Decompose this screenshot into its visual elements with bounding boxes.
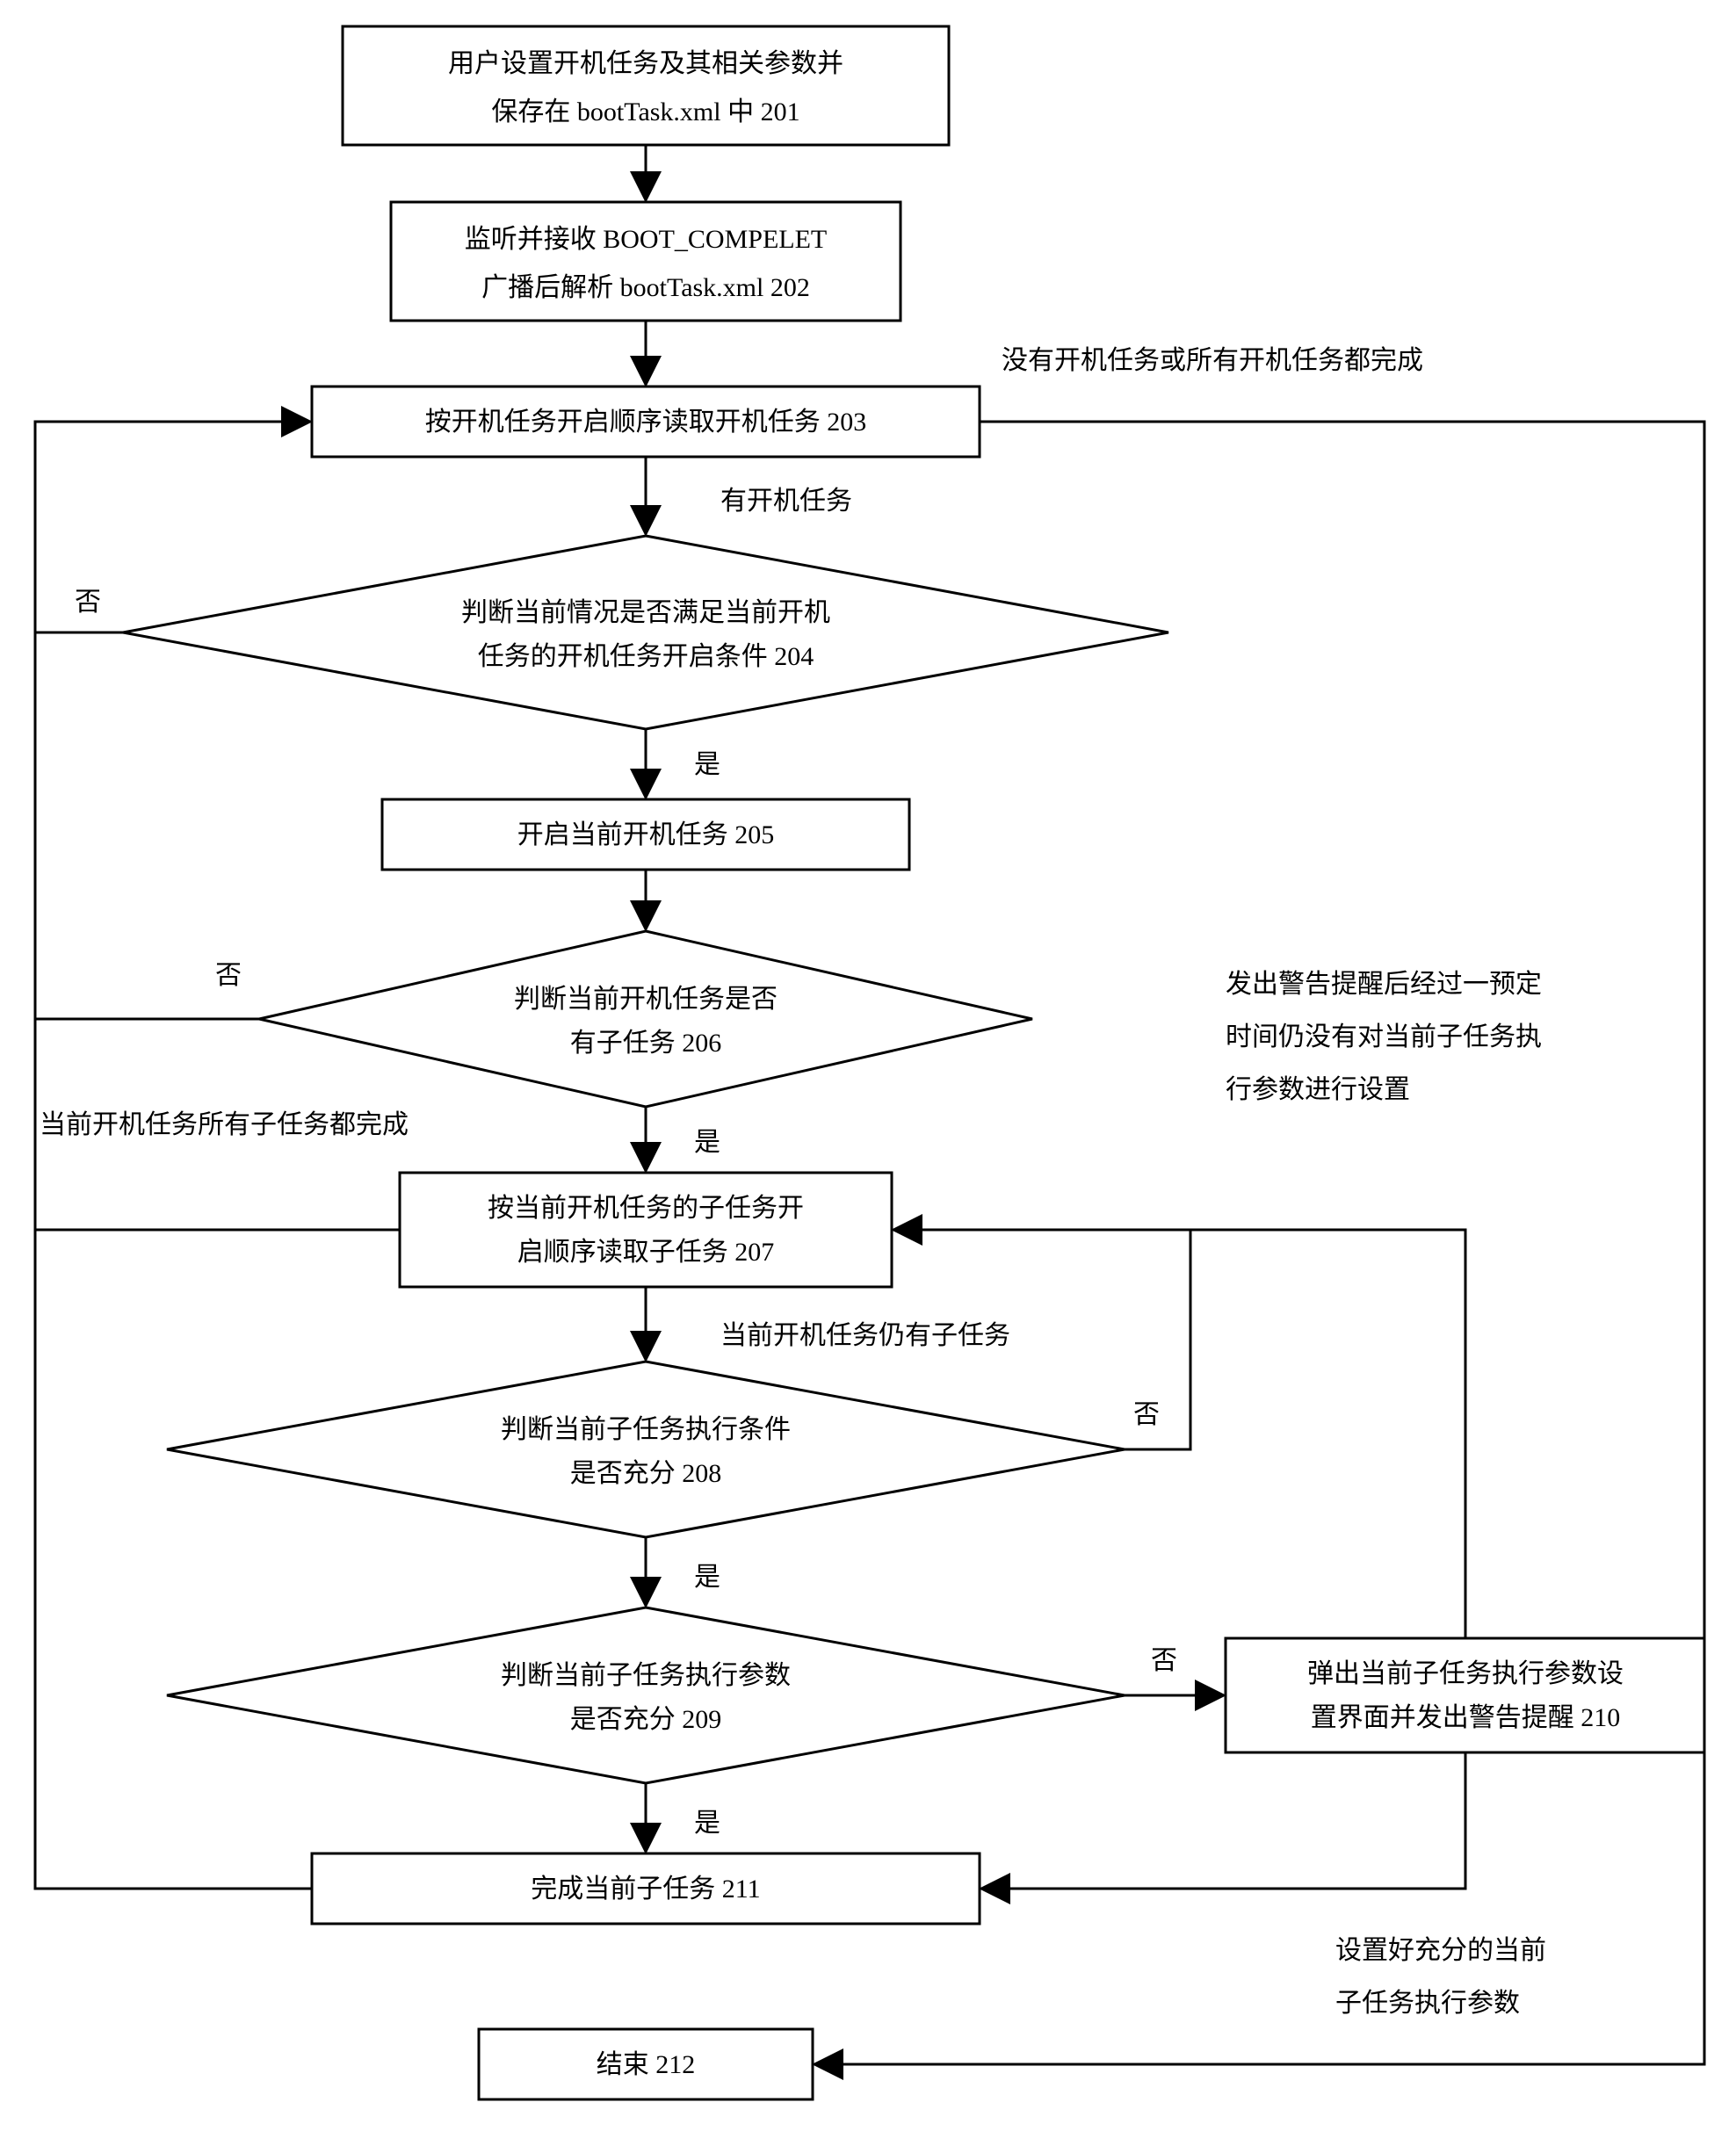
label-warn-3: 行参数进行设置 [1226,1075,1410,1104]
node-201: 用户设置开机任务及其相关参数并 保存在 bootTask.xml 中 201 [343,26,949,145]
node-208: 判断当前子任务执行条件 是否充分 208 [167,1362,1125,1537]
node-210-text: 弹出当前子任务执行参数设 [1307,1659,1624,1688]
node-205: 开启当前开机任务 205 [382,799,909,870]
label-204-yes: 是 [694,750,720,779]
node-211-text: 完成当前子任务 211 [531,1875,760,1904]
edge-206-no [35,422,259,1019]
edge-210-211 [984,1752,1465,1889]
label-206-yes: 是 [694,1128,720,1157]
node-209-text: 判断当前子任务执行参数 [501,1661,791,1690]
label-has-task: 有开机任务 [720,487,852,516]
node-210: 弹出当前子任务执行参数设 置界面并发出警告提醒 210 [1226,1638,1704,1752]
label-209-yes: 是 [694,1809,720,1838]
label-all-subtasks-done: 当前开机任务所有子任务都完成 [40,1110,409,1139]
node-204-text: 判断当前情况是否满足当前开机 [461,598,830,627]
node-203: 按开机任务开启顺序读取开机任务 203 [312,387,980,457]
node-206-text2: 有子任务 206 [570,1029,722,1058]
node-207: 按当前开机任务的子任务开 启顺序读取子任务 207 [400,1173,892,1287]
node-201-text2: 保存在 bootTask.xml 中 201 [491,98,799,126]
label-set-params-2: 子任务执行参数 [1335,1989,1520,2018]
node-206-text: 判断当前开机任务是否 [514,985,778,1014]
label-set-params-1: 设置好充分的当前 [1335,1936,1546,1965]
label-206-no: 否 [215,961,242,990]
label-no-task: 没有开机任务或所有开机任务都完成 [1002,346,1423,375]
node-207-text: 按当前开机任务的子任务开 [488,1194,804,1223]
label-204-no: 否 [75,588,101,617]
node-212: 结束 212 [479,2029,813,2099]
label-warn-1: 发出警告提醒后经过一预定 [1226,970,1542,999]
node-208-text: 判断当前子任务执行条件 [501,1415,791,1444]
node-209: 判断当前子任务执行参数 是否充分 209 [167,1608,1125,1783]
node-204-text2: 任务的开机任务开启条件 204 [478,642,814,671]
node-212-text: 结束 212 [597,2050,696,2079]
node-201-text: 用户设置开机任务及其相关参数并 [448,49,843,78]
node-202-text: 监听并接收 BOOT_COMPELET [465,225,828,254]
node-202: 监听并接收 BOOT_COMPELET 广播后解析 bootTask.xml 2… [391,202,901,321]
label-209-no: 否 [1151,1646,1177,1675]
node-205-text: 开启当前开机任务 205 [517,820,775,849]
label-still-has-subtask: 当前开机任务仍有子任务 [720,1321,1010,1350]
node-209-text2: 是否充分 209 [570,1705,722,1734]
node-202-text2: 广播后解析 bootTask.xml 202 [481,273,810,302]
label-warn-2: 时间仍没有对当前子任务执 [1226,1022,1542,1051]
node-206: 判断当前开机任务是否 有子任务 206 [259,931,1032,1107]
node-210-text2: 置界面并发出警告提醒 210 [1311,1703,1621,1732]
node-203-text: 按开机任务开启顺序读取开机任务 203 [425,408,867,437]
edge-211-left [35,1230,312,1889]
flowchart: 用户设置开机任务及其相关参数并 保存在 bootTask.xml 中 201 监… [0,0,1736,2153]
node-208-text2: 是否充分 208 [570,1459,722,1488]
node-207-text2: 启顺序读取子任务 207 [517,1238,775,1267]
label-208-yes: 是 [694,1563,720,1592]
label-208-no: 否 [1133,1400,1160,1429]
node-211: 完成当前子任务 211 [312,1853,980,1924]
node-204: 判断当前情况是否满足当前开机 任务的开机任务开启条件 204 [123,536,1168,729]
